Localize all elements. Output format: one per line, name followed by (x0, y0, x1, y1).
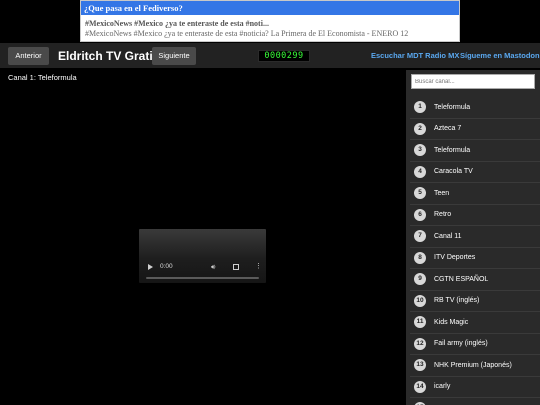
channel-item[interactable]: 10 RB TV (inglés) (410, 291, 540, 312)
channel-item[interactable]: 11 Kids Magic (410, 312, 540, 334)
channel-name: Kids Magic (434, 318, 469, 326)
fediverse-post-text: #MexicoNews #Mexico ¿ya te enteraste de … (85, 29, 409, 38)
fullscreen-icon[interactable] (233, 264, 239, 270)
channel-number-badge: 13 (414, 359, 426, 372)
channel-item[interactable]: 13 NHK Premium (Japonés) (410, 355, 540, 377)
channel-item[interactable]: 4 Caracola TV (410, 162, 540, 183)
channel-sidebar: 1 Teleformula 2 Azteca 7 3 Teleformula 4 Caraco… (406, 70, 540, 405)
fediverse-post-title[interactable]: #MexicoNews #Mexico ¿ya te enteraste de … (81, 15, 459, 29)
channel-name: Azteca 7 (434, 125, 462, 133)
channel-name: NHK Premium (Japonés) (434, 361, 512, 369)
channel-name: Teleformula (434, 103, 471, 111)
channel-item[interactable]: 2 Azteca 7 (410, 119, 540, 140)
channel-number-badge: 8 (414, 251, 426, 264)
channel-number-badge: 14 (414, 380, 426, 393)
channel-item[interactable]: 6 Retro (410, 205, 540, 226)
channel-name: Teleformula (434, 146, 471, 154)
fediverse-widget: ¿Que pasa en el Fediverso? #MexicoNews #… (80, 0, 460, 42)
navbar: Anterior Eldritch TV Gratis Siguiente 00… (0, 43, 540, 69)
channel-number-badge: 6 (414, 208, 426, 221)
channel-number-badge: 5 (414, 187, 426, 200)
video-progress-bar[interactable] (146, 277, 259, 279)
channel-item[interactable]: 1 Teleformula (410, 97, 540, 119)
channel-number-badge: 12 (414, 337, 426, 350)
channel-item[interactable]: 5 Teen (410, 183, 540, 205)
channel-list: 1 Teleformula 2 Azteca 7 3 Teleformula 4 Caraco… (410, 97, 540, 405)
site-title: Eldritch TV Gratis (58, 49, 160, 63)
channel-number-badge: 2 (414, 122, 426, 135)
channel-number-badge: 10 (414, 294, 426, 307)
channel-item[interactable]: 8 ITV Deportes (410, 248, 540, 269)
channel-name: icarly (434, 383, 451, 391)
player-area: Canal 1: Teleformula 0:00 🔊︎ ⋮ (0, 70, 406, 405)
channel-search-input[interactable] (411, 74, 535, 89)
video-time: 0:00 (160, 263, 173, 270)
channel-item[interactable]: 14 icarly (410, 377, 540, 398)
play-icon[interactable] (148, 264, 153, 270)
channel-number-badge: 1 (414, 101, 426, 114)
video-controls: 0:00 🔊︎ ⋮ (139, 255, 266, 283)
radio-link[interactable]: Escuchar MDT Radio MX (371, 43, 459, 69)
channel-name: Teen (434, 189, 450, 197)
prev-channel-button[interactable]: Anterior (8, 47, 49, 65)
volume-icon[interactable]: 🔊︎ (211, 263, 215, 272)
current-channel-label: Canal 1: Teleformula (8, 73, 77, 82)
channel-item[interactable]: 12 Fail army (inglés) (410, 334, 540, 355)
channel-name: Retro (434, 211, 452, 219)
channel-name: Fail army (inglés) (434, 340, 488, 348)
video-player[interactable]: 0:00 🔊︎ ⋮ (139, 229, 266, 283)
more-options-icon[interactable]: ⋮ (255, 262, 262, 272)
channel-item[interactable]: 15 (410, 398, 540, 405)
next-channel-button[interactable]: Siguiente (152, 47, 196, 65)
channel-number-badge: 11 (414, 316, 426, 329)
fediverse-header: ¿Que pasa en el Fediverso? (81, 1, 459, 15)
channel-name: RB TV (inglés) (434, 297, 480, 305)
channel-name: ITV Deportes (434, 254, 476, 262)
channel-number-badge: 4 (414, 165, 426, 178)
channel-name: Canal 11 (434, 232, 462, 240)
mastodon-link[interactable]: Sígueme en Mastodon (460, 43, 540, 69)
channel-item[interactable]: 9 CGTN ESPAÑOL (410, 269, 540, 291)
channel-item[interactable]: 3 Teleformula (410, 140, 540, 162)
visit-counter: 0000299 (258, 50, 310, 62)
channel-name: CGTN ESPAÑOL (434, 275, 489, 283)
channel-number-badge: 7 (414, 230, 426, 243)
channel-item[interactable]: 7 Canal 11 (410, 226, 540, 248)
channel-number-badge: 9 (414, 273, 426, 286)
channel-number-badge: 3 (414, 144, 426, 157)
channel-name: Caracola TV (434, 168, 473, 176)
